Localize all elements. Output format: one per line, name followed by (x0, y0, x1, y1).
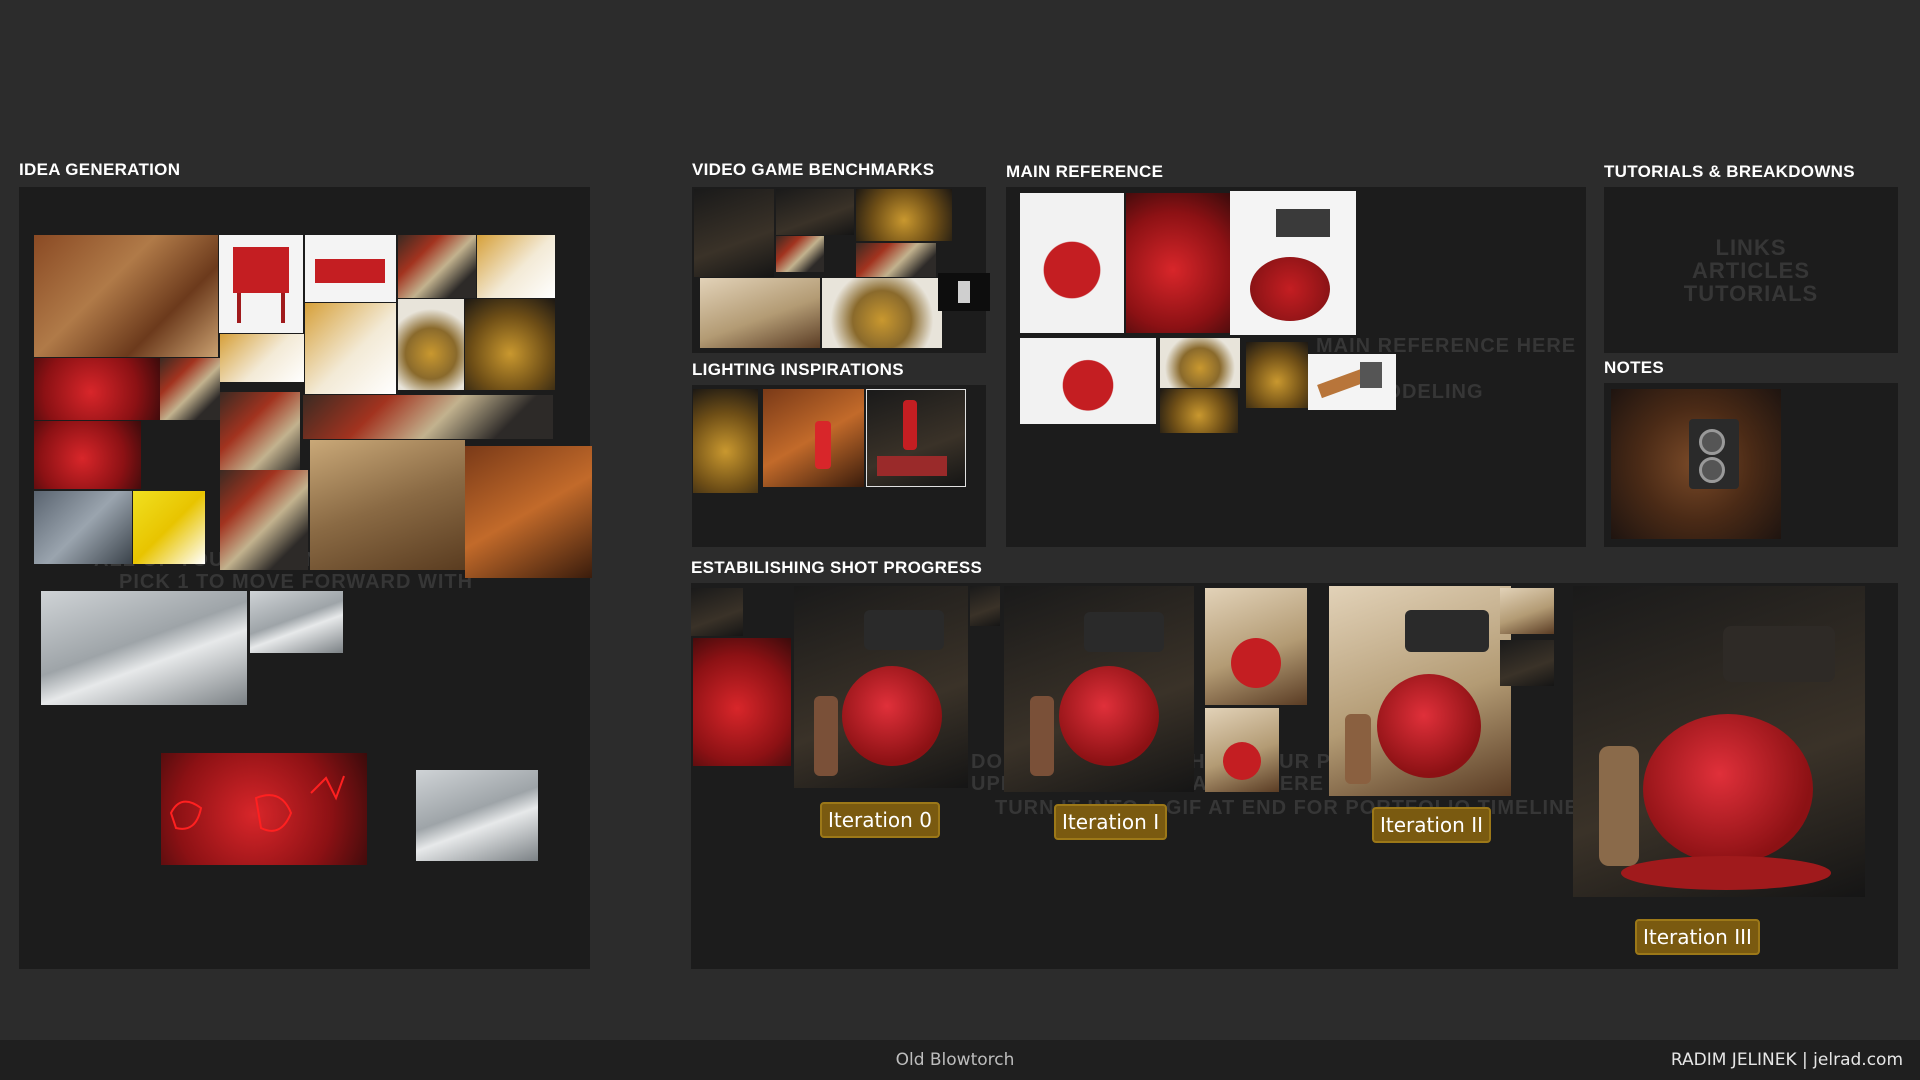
yellow-gloves-image (133, 491, 205, 564)
progress-thumb-5 (1205, 708, 1279, 792)
lighting-image-oilcan (693, 389, 758, 493)
gloves-collage-image (398, 235, 476, 298)
benchmark-image-8 (938, 273, 990, 311)
footer-title: Old Blowtorch (895, 1050, 1015, 1070)
progress-thumb-1 (691, 588, 743, 636)
iteration-1-render (1004, 586, 1194, 792)
sketch-overlay (169, 775, 345, 832)
dented-metal-image (41, 591, 247, 705)
iteration-0-tag: Iteration 0 (820, 802, 940, 838)
lighting-image-extinguisher (763, 389, 864, 487)
blowtorch-photo-image (465, 299, 555, 390)
iteration-2-tag: Iteration II (1372, 807, 1491, 843)
notes-title: NOTES (1604, 358, 1665, 377)
benchmark-image-6 (700, 278, 820, 348)
benchmark-image-3 (856, 189, 952, 241)
yellow-glove-image (305, 303, 396, 394)
lighting-inspirations-title: LIGHTING INSPIRATIONS (692, 360, 904, 379)
progress-thumb-2 (693, 638, 791, 766)
blowtorch-row-image (303, 395, 553, 439)
establishing-shot-title: ESTABILISHING SHOT PROGRESS (691, 558, 983, 577)
main-ref-torch-group (1020, 338, 1156, 424)
red-cabinet-image (219, 235, 303, 333)
welding-gloves-image (34, 491, 132, 564)
benchmark-image-2 (776, 189, 854, 235)
benchmark-image-1 (694, 189, 774, 277)
work-gloves-image (477, 235, 555, 298)
benchmark-image-4 (776, 236, 824, 272)
leather-gloves-image (220, 334, 304, 382)
main-ref-tank-front (1126, 193, 1230, 333)
metal-reflection-image (416, 770, 538, 861)
main-ref-torch-top (1020, 193, 1124, 333)
iteration-0-render (794, 586, 968, 788)
video-game-benchmarks-title: VIDEO GAME BENCHMARKS (692, 160, 935, 179)
benchmark-image-5 (856, 243, 936, 277)
benchmark-image-7 (822, 278, 942, 348)
main-reference-title: MAIN REFERENCE (1006, 162, 1164, 181)
iteration-2-render (1329, 586, 1511, 796)
main-ref-brass (1160, 338, 1240, 388)
idea-generation-title: IDEA GENERATION (19, 160, 181, 179)
main-ref-hammer (1308, 354, 1396, 410)
progress-thumb-7 (1500, 640, 1554, 686)
main-ref-torch-side (1230, 191, 1356, 335)
wooden-handle-image (310, 440, 465, 570)
tools-image (160, 358, 220, 420)
progress-thumb-3 (970, 586, 1000, 626)
footer-credit: RADIM JELINEK | jelrad.com (1670, 1050, 1903, 1070)
tutorials-breakdowns-title: TUTORIALS & BREAKDOWNS (1604, 162, 1855, 181)
iteration-3-render (1573, 586, 1865, 897)
rust-texture-image (34, 235, 218, 357)
red-toolbox-image (305, 235, 396, 302)
axe-head-image (465, 446, 592, 578)
red-tray-image (34, 358, 160, 420)
ghost-text-tutorials: TUTORIALS (1683, 281, 1819, 306)
progress-thumb-6 (1500, 588, 1554, 634)
dent-closeup-image (250, 591, 343, 653)
small-refs-image (220, 470, 308, 570)
tank-sketch-image (161, 753, 367, 865)
progress-thumb-4 (1205, 588, 1307, 705)
main-ref-brass-torch (1246, 342, 1308, 408)
blowtorch-brass-image (398, 299, 464, 390)
tutorials-breakdowns-panel: LINKS ARTICLES TUTORIALS (1604, 187, 1898, 353)
iteration-1-tag: Iteration I (1054, 804, 1168, 840)
red-chest-image (34, 421, 141, 489)
iteration-3-tag: Iteration III (1635, 919, 1760, 955)
notes-camera-image (1611, 389, 1781, 539)
footer-bar: Old Blowtorch RADIM JELINEK | jelrad.com (0, 1040, 1920, 1080)
lighting-image-gloves (866, 389, 966, 487)
main-ref-brass-2 (1160, 389, 1238, 433)
